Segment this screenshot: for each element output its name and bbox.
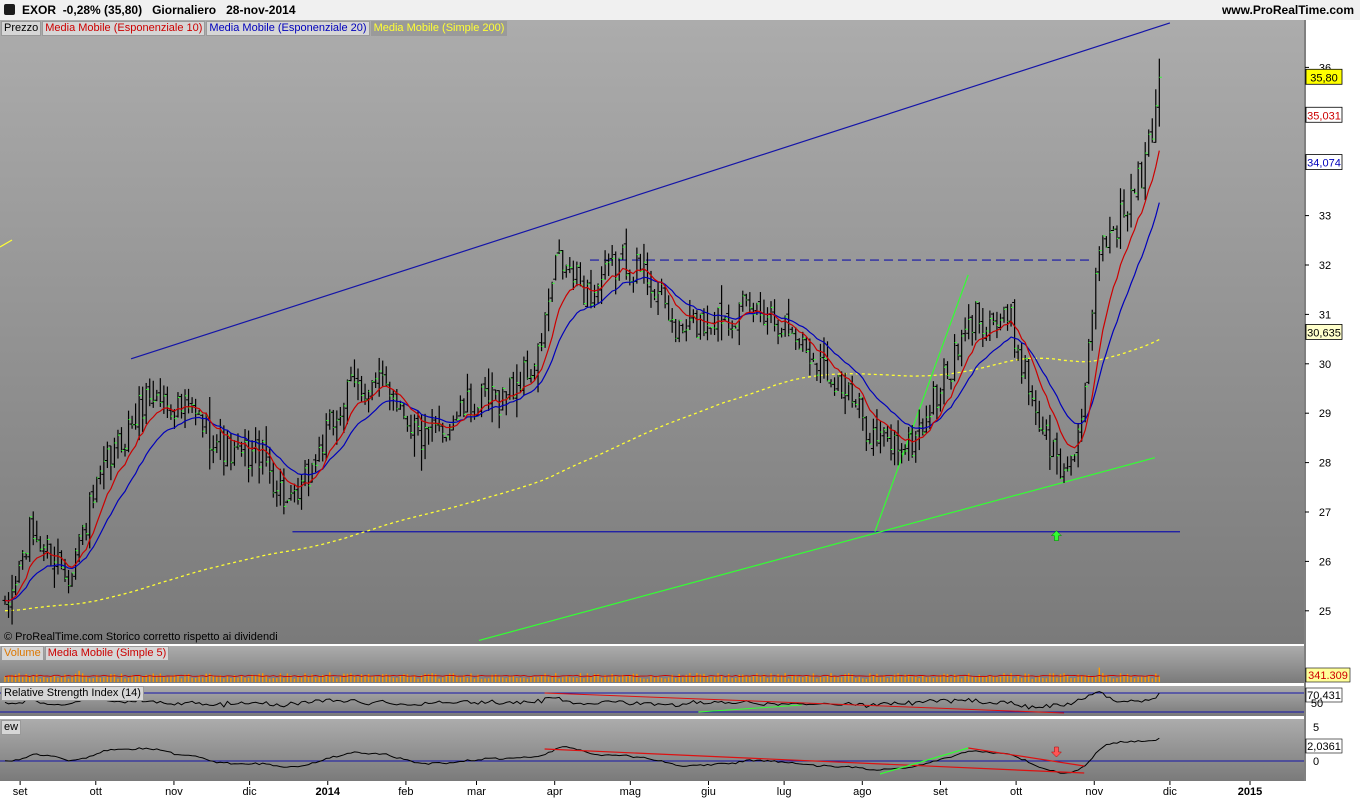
x-axis-bg: [0, 781, 1360, 800]
legend-ema10[interactable]: Media Mobile (Esponenziale 10): [42, 21, 206, 36]
ew-tick-label: 0: [1313, 756, 1319, 768]
value-label-0: 35,80: [1310, 72, 1338, 84]
y-tick-label: 26: [1319, 556, 1331, 568]
legend-volume-ma[interactable]: Media Mobile (Simple 5): [44, 646, 170, 661]
y-tick-label: 29: [1319, 408, 1331, 420]
panel-bg-3: [0, 719, 1304, 781]
value-label-1: 35,031: [1307, 110, 1341, 122]
legend-rsi[interactable]: Relative Strength Index (14): [1, 686, 144, 701]
x-tick-label: dic: [243, 786, 258, 798]
x-tick-label: dic: [1163, 786, 1178, 798]
y-tick-label: 27: [1319, 507, 1331, 519]
x-tick-label: set: [13, 786, 28, 798]
y-tick-label: 28: [1319, 458, 1331, 470]
ew-legend: ew: [1, 720, 22, 735]
y-tick-label: 30: [1319, 359, 1331, 371]
x-tick-label: feb: [398, 786, 413, 798]
price-footer: © ProRealTime.com Storico corretto rispe…: [4, 631, 278, 643]
x-tick-label: apr: [547, 786, 563, 798]
legend-prezzo[interactable]: Prezzo: [1, 21, 42, 36]
price-legend: Prezzo Media Mobile (Esponenziale 10) Medi…: [1, 21, 508, 36]
x-tick-label: 2014: [316, 786, 341, 798]
x-tick-label: nov: [1085, 786, 1103, 798]
value-label-3: 30,635: [1307, 327, 1341, 339]
ew-tick-label: 5: [1313, 722, 1319, 734]
x-tick-label: ott: [1010, 786, 1022, 798]
legend-sma200[interactable]: Media Mobile (Simple 200): [370, 21, 508, 36]
legend-volume[interactable]: Volume: [1, 646, 44, 661]
y-tick-label: 32: [1319, 260, 1331, 272]
x-tick-label: ott: [90, 786, 102, 798]
rsi-legend: Relative Strength Index (14): [1, 686, 145, 701]
panel-bg-0: [0, 20, 1304, 644]
legend-ema20[interactable]: Media Mobile (Esponenziale 20): [206, 21, 370, 36]
legend-ew[interactable]: ew: [1, 720, 22, 735]
y-tick-label: 33: [1319, 211, 1331, 223]
x-tick-label: 2015: [1238, 786, 1262, 798]
volume-value-label: 341.309: [1308, 670, 1348, 682]
x-tick-label: giu: [701, 786, 716, 798]
x-tick-label: mar: [467, 786, 486, 798]
x-tick-label: set: [933, 786, 948, 798]
rsi-tick-label: 50: [1311, 698, 1323, 710]
x-tick-label: mag: [620, 786, 641, 798]
x-tick-label: ago: [853, 786, 871, 798]
ew-value-label: 2,0361: [1307, 741, 1341, 753]
x-tick-label: nov: [165, 786, 183, 798]
value-label-2: 34,074: [1307, 158, 1341, 170]
y-tick-label: 25: [1319, 606, 1331, 618]
x-tick-label: lug: [777, 786, 792, 798]
panel-bg-1: [0, 646, 1304, 683]
chart-canvas[interactable]: © ProRealTime.com Storico corretto rispe…: [0, 0, 1360, 800]
volume-legend: Volume Media Mobile (Simple 5): [1, 646, 170, 661]
y-tick-label: 31: [1319, 309, 1331, 321]
